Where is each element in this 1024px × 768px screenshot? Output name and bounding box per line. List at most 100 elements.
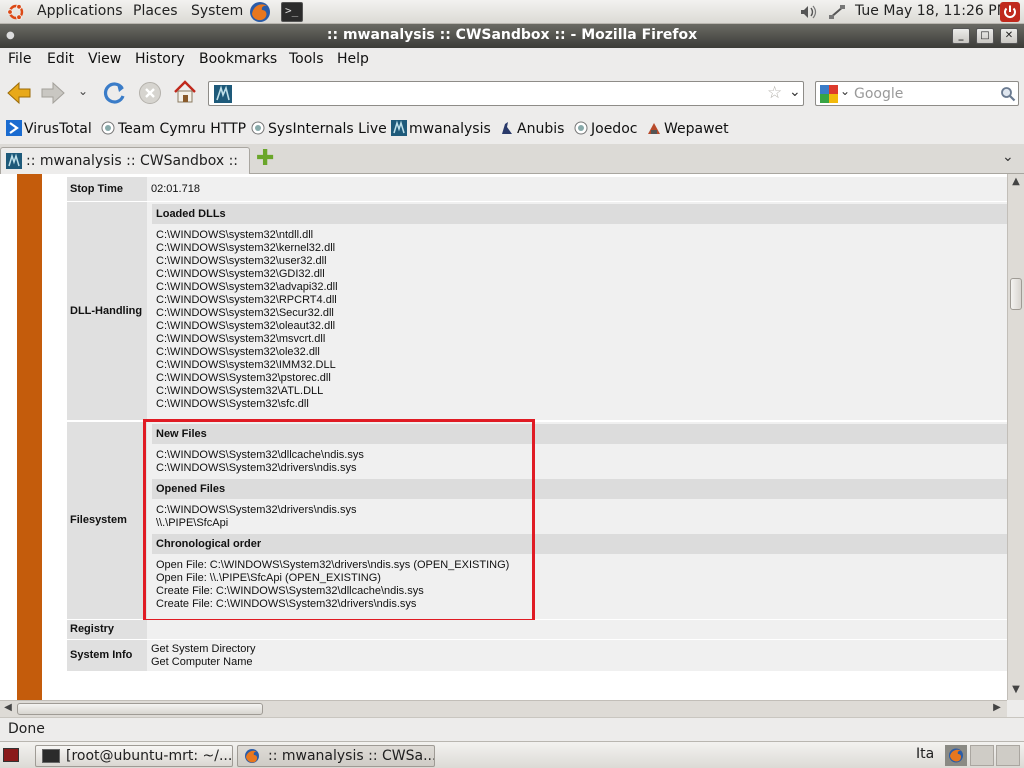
- top-panel: Applications Places System >_ Tue May 18…: [0, 0, 1024, 24]
- ubuntu-logo-icon[interactable]: [6, 2, 26, 22]
- menu-tools[interactable]: Tools: [289, 51, 324, 67]
- dll-entry: C:\WINDOWS\System32\ATL.DLL: [156, 385, 324, 397]
- status-text: Done: [8, 721, 45, 737]
- home-icon[interactable]: [172, 79, 198, 105]
- scroll-left-arrow-icon[interactable]: ◀: [1, 702, 15, 713]
- filesystem-label: Filesystem: [67, 422, 147, 619]
- bookmark-label: Joedoc: [591, 121, 638, 137]
- maximize-button[interactable]: □: [976, 28, 994, 44]
- dll-entry: C:\WINDOWS\System32\sfc.dll: [156, 398, 309, 410]
- workspace-2[interactable]: [970, 745, 994, 766]
- menu-help[interactable]: Help: [337, 51, 369, 67]
- vertical-scrollbar[interactable]: ▲ ▼: [1007, 174, 1024, 700]
- tab-strip: :: mwanalysis :: CWSandbox :: ✚ ⌄: [0, 144, 1024, 174]
- firefox-launcher-icon[interactable]: [248, 0, 272, 24]
- menu-view[interactable]: View: [88, 51, 121, 67]
- bottom-panel: [root@ubuntu-mrt: ~/... :: mwanalysis ::…: [0, 741, 1024, 768]
- dll-entry: C:\WINDOWS\System32\pstorec.dll: [156, 372, 331, 384]
- minimize-button[interactable]: _: [952, 28, 970, 44]
- taskbar-firefox[interactable]: :: mwanalysis :: CWSa...: [237, 745, 435, 767]
- taskbar-terminal[interactable]: [root@ubuntu-mrt: ~/...: [35, 745, 233, 767]
- site-favicon-icon[interactable]: [214, 85, 232, 103]
- bookmark-virustotal[interactable]: VirusTotal: [6, 120, 92, 140]
- bookmark-label: VirusTotal: [24, 121, 92, 137]
- window-menu-icon[interactable]: ●: [6, 24, 15, 47]
- menu-history[interactable]: History: [135, 51, 185, 67]
- dll-entry: C:\WINDOWS\system32\msvcrt.dll: [156, 333, 326, 345]
- stop-icon[interactable]: [138, 81, 162, 105]
- close-button[interactable]: ✕: [1000, 28, 1018, 44]
- tab-title: :: mwanalysis :: CWSandbox ::: [26, 153, 239, 169]
- taskbar-terminal-label: [root@ubuntu-mrt: ~/...: [66, 748, 233, 764]
- bookmark-label: Anubis: [517, 121, 565, 137]
- virustotal-icon: [6, 120, 22, 136]
- workspace-3[interactable]: [996, 745, 1020, 766]
- bookmark-star-icon[interactable]: ☆: [767, 83, 782, 103]
- system-info-label: System Info: [67, 640, 147, 671]
- taskbar-firefox-label: :: mwanalysis :: CWSa...: [268, 748, 435, 764]
- reload-icon[interactable]: [102, 80, 128, 106]
- terminal-launcher-icon[interactable]: >_: [281, 2, 303, 22]
- new-tab-plus-icon[interactable]: ✚: [256, 147, 274, 171]
- clock[interactable]: Tue May 18, 11:26 PM: [855, 0, 1009, 24]
- system-menu[interactable]: System: [191, 0, 243, 24]
- tab-list-dropdown-icon[interactable]: ⌄: [1002, 149, 1014, 165]
- bookmark-joedoc[interactable]: Joedoc: [573, 120, 637, 140]
- url-bar[interactable]: ☆ ⌄: [208, 81, 804, 106]
- horizontal-scrollbar[interactable]: ◀ ▶: [0, 700, 1007, 717]
- menu-edit[interactable]: Edit: [47, 51, 74, 67]
- page-icon: [101, 121, 115, 135]
- system-info-list: Get System Directory Get Computer Name: [151, 643, 256, 669]
- loaded-dlls-header: Loaded DLLs: [152, 204, 1007, 224]
- scroll-right-arrow-icon[interactable]: ▶: [990, 702, 1004, 713]
- scroll-down-arrow-icon[interactable]: ▼: [1009, 684, 1023, 695]
- dll-handling-label: DLL-Handling: [67, 202, 147, 420]
- network-icon[interactable]: [828, 4, 846, 20]
- firefox-icon: [245, 749, 259, 763]
- scroll-up-arrow-icon[interactable]: ▲: [1009, 176, 1023, 187]
- window-title-bar[interactable]: ● :: mwanalysis :: CWSandbox :: - Mozill…: [0, 24, 1024, 48]
- status-bar: Done: [0, 717, 1024, 741]
- tab-cwsandbox[interactable]: :: mwanalysis :: CWSandbox ::: [0, 147, 250, 174]
- wepawet-icon: [648, 123, 660, 134]
- history-dropdown-icon[interactable]: ⌄: [78, 84, 88, 98]
- bookmark-team-cymru-http[interactable]: Team Cymru HTTP: [100, 120, 246, 140]
- vertical-scroll-thumb[interactable]: [1010, 278, 1022, 310]
- search-input[interactable]: [854, 84, 996, 103]
- bookmark-sysinternals-live[interactable]: SysInternals Live: [250, 120, 387, 140]
- dll-entry: C:\WINDOWS\system32\advapi32.dll: [156, 281, 338, 293]
- search-icon[interactable]: [1000, 86, 1016, 102]
- engine-dropdown-icon[interactable]: ⌄: [840, 84, 850, 98]
- window-title: :: mwanalysis :: CWSandbox :: - Mozilla …: [326, 27, 698, 43]
- search-box[interactable]: ⌄: [815, 81, 1019, 106]
- anubis-icon: [502, 122, 512, 134]
- registry-label: Registry: [67, 620, 147, 639]
- tab-favicon-icon: [6, 153, 22, 169]
- places-menu[interactable]: Places: [133, 0, 178, 24]
- workspace-1-firefox-icon[interactable]: [945, 745, 967, 766]
- menu-bar: File Edit View History Bookmarks Tools H…: [0, 48, 1024, 72]
- bookmark-label: Wepawet: [664, 121, 729, 137]
- menu-bookmarks[interactable]: Bookmarks: [199, 51, 277, 67]
- url-dropdown-icon[interactable]: ⌄: [789, 84, 801, 100]
- dll-entry: C:\WINDOWS\system32\IMM32.DLL: [156, 359, 336, 371]
- menu-file[interactable]: File: [8, 51, 31, 67]
- volume-icon[interactable]: [800, 5, 818, 19]
- back-arrow-icon[interactable]: [6, 81, 32, 105]
- forward-arrow-icon[interactable]: [40, 81, 66, 105]
- keyboard-layout-indicator[interactable]: Ita: [916, 746, 934, 762]
- bookmark-anubis[interactable]: Anubis: [499, 120, 564, 140]
- power-icon[interactable]: [1000, 2, 1020, 22]
- bookmark-wepawet[interactable]: Wepawet: [646, 120, 729, 140]
- show-desktop-icon[interactable]: [3, 748, 19, 762]
- bookmark-mwanalysis[interactable]: mwanalysis: [391, 120, 491, 140]
- bookmark-label: SysInternals Live: [268, 121, 387, 137]
- dll-entry: C:\WINDOWS\system32\GDI32.dll: [156, 268, 325, 280]
- applications-menu[interactable]: Applications: [37, 0, 123, 24]
- system-info-entry: Get Computer Name: [151, 656, 253, 668]
- google-engine-icon[interactable]: [820, 85, 838, 103]
- horizontal-scroll-thumb[interactable]: [17, 703, 263, 715]
- bookmark-label: mwanalysis: [409, 121, 491, 137]
- system-info-entry: Get System Directory: [151, 643, 256, 655]
- dll-entry: C:\WINDOWS\system32\Secur32.dll: [156, 307, 334, 319]
